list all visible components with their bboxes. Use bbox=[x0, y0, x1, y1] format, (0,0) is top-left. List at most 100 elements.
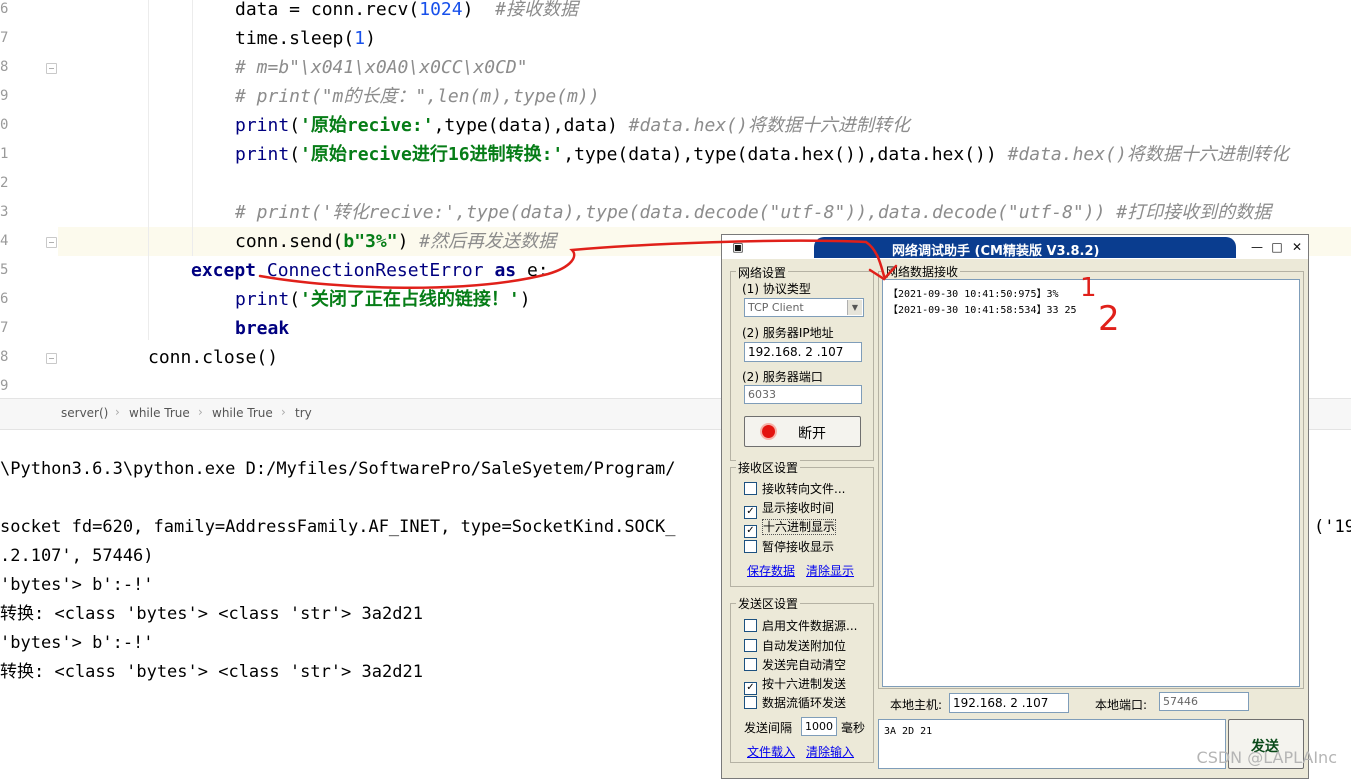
code-line[interactable]: break bbox=[235, 314, 289, 343]
net-settings-title: 网络设置 bbox=[736, 264, 789, 281]
checkbox-icon bbox=[744, 639, 757, 652]
line-number: 7 bbox=[0, 30, 9, 46]
tx-input-text: 3A 2D 21 bbox=[884, 726, 933, 737]
local-host-input[interactable]: 192.168. 2 .107 bbox=[949, 693, 1069, 713]
console-line: 转换: <class 'bytes'> <class 'str'> 3a2d21 bbox=[0, 662, 423, 682]
line-number: 6 bbox=[0, 1, 9, 17]
console-line-tail: ('19 bbox=[1314, 517, 1351, 537]
line-number: 7 bbox=[0, 320, 9, 336]
line-number: 8 bbox=[0, 349, 9, 365]
checkbox-icon bbox=[744, 482, 757, 495]
code-line[interactable]: conn.close() bbox=[148, 343, 278, 372]
chevron-down-icon: ▼ bbox=[847, 300, 862, 315]
hex-display-checkbox[interactable]: ✓ 十六进制显示 bbox=[744, 518, 837, 538]
send-interval-label: 发送间隔 bbox=[744, 721, 793, 735]
breadcrumb-item[interactable]: while True bbox=[129, 406, 190, 420]
rx-to-file-checkbox[interactable]: 接收转向文件... bbox=[744, 480, 845, 497]
chevron-right-icon: › bbox=[281, 405, 286, 419]
code-line[interactable]: print('关闭了正在占线的链接！') bbox=[235, 285, 531, 314]
show-rx-time-checkbox[interactable]: ✓ 显示接收时间 bbox=[744, 499, 834, 519]
code-line[interactable]: # print("m的长度：",len(m),type(m)) bbox=[235, 82, 600, 111]
code-line[interactable]: print('原始recive:',type(data),data) #data… bbox=[235, 111, 910, 140]
protocol-select[interactable]: TCP Client ▼ bbox=[744, 298, 864, 317]
console-line: 'bytes'> b':-!' bbox=[0, 575, 154, 595]
protocol-label: (1) 协议类型 bbox=[742, 282, 811, 296]
interval-unit-label: 毫秒 bbox=[841, 721, 866, 735]
line-number: 9 bbox=[0, 88, 9, 104]
line-number: 4 bbox=[0, 233, 9, 249]
checkbox-icon bbox=[744, 696, 757, 709]
pause-rx-checkbox[interactable]: 暂停接收显示 bbox=[744, 538, 834, 555]
net-assistant-window[interactable]: ▣ 网络调试助手 (CM精装版 V3.8.2) — □ ✕ 网络设置 (1) 协… bbox=[721, 234, 1309, 779]
rx-area-title: 网络数据接收 bbox=[884, 263, 961, 280]
watermark: CSDN @LAPLAInc bbox=[1196, 748, 1337, 767]
breadcrumb-item[interactable]: server() bbox=[61, 406, 108, 420]
window-title: 网络调试助手 (CM精装版 V3.8.2) bbox=[892, 244, 1100, 259]
file-source-checkbox[interactable]: 启用文件数据源... bbox=[744, 617, 857, 634]
line-number: 8 bbox=[0, 59, 9, 75]
save-data-link[interactable]: 保存数据 bbox=[747, 562, 795, 579]
disconnect-button[interactable]: 断开 bbox=[744, 416, 861, 447]
local-host-label: 本地主机: bbox=[890, 698, 943, 712]
console-line: 'bytes'> b':-!' bbox=[0, 633, 154, 653]
code-line[interactable]: data = conn.recv(1024) #接收数据 bbox=[235, 0, 578, 24]
tx-input[interactable]: 3A 2D 21 bbox=[878, 719, 1226, 769]
chevron-right-icon: › bbox=[115, 405, 120, 419]
code-line[interactable]: conn.send(b"3%") #然后再发送数据 bbox=[235, 227, 556, 256]
server-ip-label: (2) 服务器IP地址 bbox=[742, 326, 834, 340]
breadcrumb-item[interactable]: try bbox=[295, 406, 312, 420]
send-interval-input[interactable]: 1000 bbox=[801, 717, 837, 736]
indent-guide bbox=[148, 0, 149, 340]
server-ip-input[interactable]: 192.168. 2 .107 bbox=[744, 342, 862, 362]
line-number: 5 bbox=[0, 262, 9, 278]
fold-marker-icon[interactable] bbox=[46, 237, 57, 248]
fold-marker-icon[interactable] bbox=[46, 63, 57, 74]
editor-gutter: 6 7 8 9 0 1 2 3 4 5 6 7 8 9 bbox=[0, 0, 58, 398]
code-line[interactable]: time.sleep(1) bbox=[235, 24, 376, 53]
file-load-link[interactable]: 文件载入 bbox=[747, 743, 795, 760]
server-port-label: (2) 服务器端口 bbox=[742, 370, 823, 384]
rx-settings-title: 接收区设置 bbox=[736, 459, 801, 476]
clear-input-link[interactable]: 清除输入 bbox=[806, 743, 854, 760]
line-number: 6 bbox=[0, 291, 9, 307]
rx-line: 【2021-09-30 10:41:58:534】33 25 bbox=[888, 305, 1077, 316]
line-number: 2 bbox=[0, 175, 9, 191]
indent-guide bbox=[192, 0, 193, 256]
console-line: socket fd=620, family=AddressFamily.AF_I… bbox=[0, 517, 676, 537]
checkbox-icon bbox=[744, 619, 757, 632]
console-line: .2.107', 57446) bbox=[0, 546, 154, 566]
code-line[interactable]: # print('转化recive:',type(data),type(data… bbox=[235, 198, 1271, 227]
status-led-icon bbox=[762, 425, 775, 438]
breadcrumb-item[interactable]: while True bbox=[212, 406, 273, 420]
app-icon: ▣ bbox=[732, 240, 744, 254]
console-line: 转换: <class 'bytes'> <class 'str'> 3a2d21 bbox=[0, 604, 423, 624]
maximize-icon[interactable]: □ bbox=[1269, 239, 1285, 255]
fold-marker-icon[interactable] bbox=[46, 353, 57, 364]
title-bar[interactable]: ▣ 网络调试助手 (CM精装版 V3.8.2) — □ ✕ bbox=[722, 235, 1308, 259]
checkbox-icon bbox=[744, 658, 757, 671]
auto-append-checkbox[interactable]: 自动发送附加位 bbox=[744, 637, 846, 654]
checkbox-icon bbox=[744, 540, 757, 553]
server-port-input[interactable]: 6033 bbox=[744, 385, 862, 404]
tx-settings-title: 发送区设置 bbox=[736, 595, 801, 612]
close-icon[interactable]: ✕ bbox=[1289, 239, 1305, 255]
code-line[interactable]: # m=b"\x041\x0A0\x0CC\x0CD" bbox=[235, 53, 528, 82]
chevron-right-icon: › bbox=[198, 405, 203, 419]
rx-data-pane[interactable]: 【2021-09-30 10:41:50:975】3% 【2021-09-30 … bbox=[882, 279, 1300, 687]
line-number: 1 bbox=[0, 146, 9, 162]
clear-display-link[interactable]: 清除显示 bbox=[806, 562, 854, 579]
console-line: \Python3.6.3\python.exe D:/Myfiles/Softw… bbox=[0, 459, 676, 479]
code-line[interactable]: print('原始recive进行16进制转换:',type(data),typ… bbox=[235, 140, 1289, 169]
auto-clear-checkbox[interactable]: 发送完自动清空 bbox=[744, 656, 846, 673]
local-port-label: 本地端口: bbox=[1095, 698, 1148, 712]
line-number: 3 bbox=[0, 204, 9, 220]
rx-line: 【2021-09-30 10:41:50:975】3% bbox=[888, 289, 1059, 300]
minimize-icon[interactable]: — bbox=[1249, 239, 1265, 255]
hex-send-checkbox[interactable]: ✓ 按十六进制发送 bbox=[744, 675, 846, 695]
code-line[interactable]: except ConnectionResetError as e: bbox=[191, 256, 549, 285]
line-number: 9 bbox=[0, 378, 9, 394]
loop-send-checkbox[interactable]: 数据流循环发送 bbox=[744, 694, 846, 711]
line-number: 0 bbox=[0, 117, 9, 133]
local-port-input[interactable]: 57446 bbox=[1159, 692, 1249, 711]
checkbox-checked-icon: ✓ bbox=[744, 525, 757, 538]
